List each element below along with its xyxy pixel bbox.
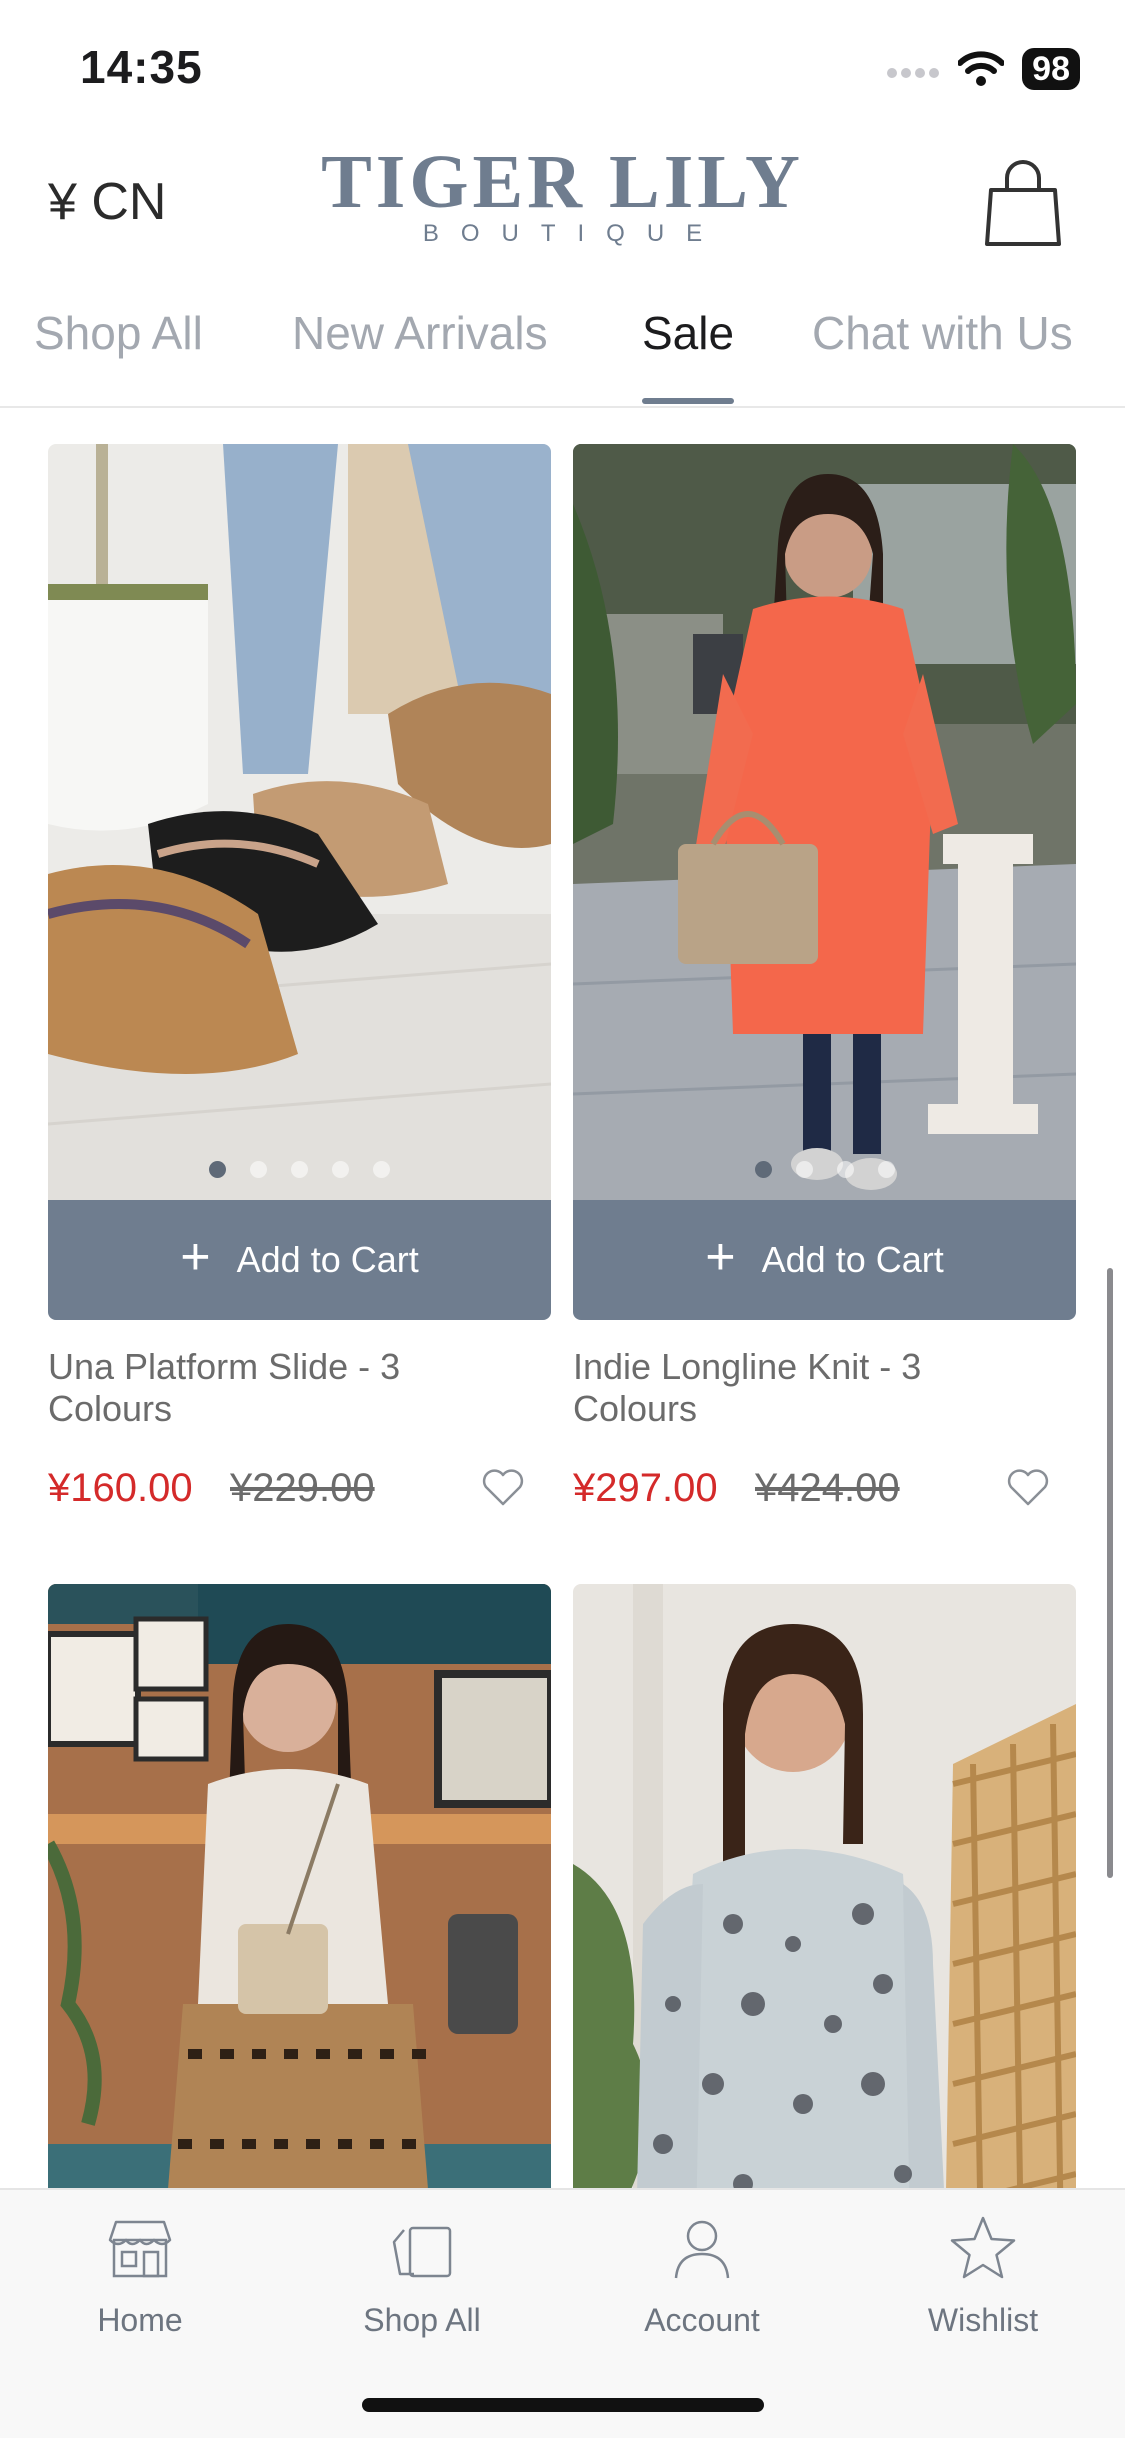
- product-image[interactable]: [48, 1584, 551, 2188]
- nav-account-label: Account: [644, 2302, 760, 2338]
- add-to-cart-button[interactable]: + Add to Cart: [573, 1200, 1076, 1320]
- carousel-dot[interactable]: [795, 1161, 813, 1178]
- carousel-dot[interactable]: [754, 1161, 772, 1178]
- sale-price: ¥160.00: [48, 1466, 193, 1510]
- image-carousel-dots[interactable]: [48, 1161, 551, 1178]
- heart-icon[interactable]: [1006, 1468, 1050, 1508]
- add-to-cart-button[interactable]: + Add to Cart: [48, 1200, 551, 1320]
- nav-home[interactable]: Home: [40, 2212, 240, 2339]
- nav-wishlist-label: Wishlist: [927, 2302, 1039, 2338]
- home-indicator[interactable]: [362, 2398, 764, 2412]
- carousel-dot[interactable]: [291, 1161, 308, 1178]
- tab-chat-with-us[interactable]: Chat with Us: [812, 306, 1073, 360]
- tab-shop-all[interactable]: Shop All: [34, 306, 203, 360]
- original-price: ¥229.00: [230, 1466, 375, 1510]
- carousel-dot[interactable]: [250, 1161, 267, 1178]
- price-row: ¥297.00 ¥424.00: [573, 1466, 1076, 1516]
- carousel-dot[interactable]: [209, 1161, 226, 1178]
- product-grid: + Add to Cart Una Platform Slide - 3 Col…: [0, 444, 1125, 2188]
- app-header: ¥ CN TIGER LILY BOUTIQUE: [0, 140, 1125, 270]
- add-to-cart-label: Add to Cart: [761, 1239, 944, 1280]
- product-card[interactable]: + Add to Cart Indie Longline Knit - 3 Co…: [573, 444, 1076, 1516]
- carousel-dot[interactable]: [877, 1161, 895, 1178]
- product-card[interactable]: [573, 1584, 1076, 2188]
- shopping-bag-icon[interactable]: [983, 160, 1063, 250]
- price-row: ¥160.00 ¥229.00: [48, 1466, 551, 1516]
- wifi-icon: [958, 51, 1005, 86]
- sale-price: ¥297.00: [573, 1466, 718, 1510]
- carousel-dot[interactable]: [836, 1161, 854, 1178]
- product-image[interactable]: [48, 444, 551, 1200]
- nav-shop-all[interactable]: Shop All: [322, 2212, 522, 2339]
- battery-level: 98: [1022, 48, 1080, 90]
- carousel-dot[interactable]: [332, 1161, 349, 1178]
- add-to-cart-label: Add to Cart: [236, 1239, 419, 1280]
- product-name[interactable]: Una Platform Slide - 3 Colours: [48, 1346, 518, 1430]
- nav-shop-all-label: Shop All: [363, 2302, 481, 2338]
- tab-sale[interactable]: Sale: [642, 306, 734, 360]
- storefront-icon: [108, 2220, 172, 2278]
- heart-icon[interactable]: [481, 1468, 525, 1508]
- active-tab-indicator: [642, 398, 734, 404]
- product-image[interactable]: [573, 444, 1076, 1200]
- person-icon: [674, 2220, 730, 2279]
- product-card[interactable]: + Add to Cart Una Platform Slide - 3 Col…: [48, 444, 551, 1516]
- nav-wishlist[interactable]: Wishlist: [883, 2212, 1083, 2339]
- shopping-bags-icon: [392, 2226, 452, 2278]
- plus-icon: +: [705, 1228, 736, 1286]
- product-card[interactable]: [48, 1584, 551, 2188]
- brand-logo[interactable]: TIGER LILY BOUTIQUE: [0, 140, 1125, 248]
- status-icons: 98: [886, 48, 1080, 90]
- image-carousel-dots[interactable]: [573, 1161, 1076, 1178]
- logo-subtitle: BOUTIQUE: [422, 220, 725, 247]
- plus-icon: +: [180, 1228, 211, 1286]
- carousel-dot[interactable]: [373, 1161, 390, 1178]
- product-image[interactable]: [573, 1584, 1076, 2188]
- nav-home-label: Home: [97, 2302, 183, 2338]
- logo-title: TIGER LILY: [321, 140, 804, 224]
- status-time: 14:35: [80, 41, 203, 93]
- tab-new-arrivals[interactable]: New Arrivals: [292, 306, 548, 360]
- cellular-signal-icon: [887, 68, 940, 78]
- scrollbar[interactable]: [1107, 1268, 1113, 1878]
- product-name[interactable]: Indie Longline Knit - 3 Colours: [573, 1346, 1043, 1430]
- status-bar: 14:35 98: [0, 0, 1125, 130]
- original-price: ¥424.00: [755, 1466, 900, 1510]
- star-icon: [950, 2216, 1016, 2279]
- nav-account[interactable]: Account: [602, 2212, 802, 2339]
- category-tabs: Shop All New Arrivals Sale Chat with Us: [0, 296, 1125, 408]
